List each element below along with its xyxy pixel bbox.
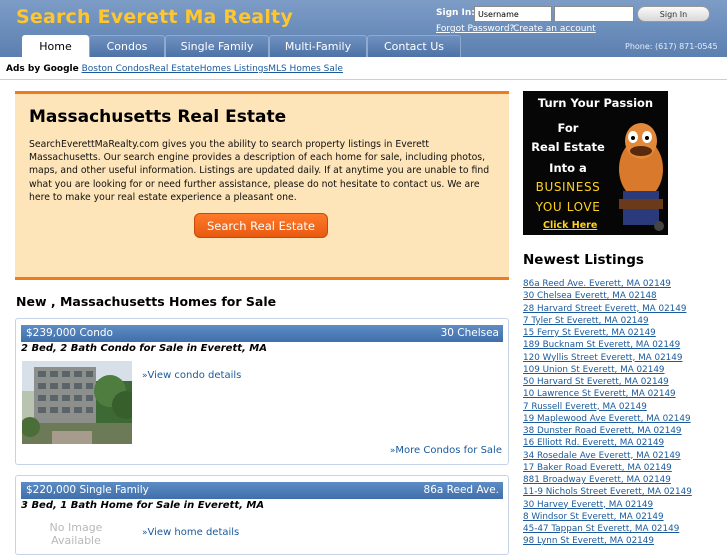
newest-listing-link[interactable]: 30 Harvey Everett, MA 02149 <box>523 500 653 510</box>
site-title[interactable]: Search Everett Ma Realty <box>16 6 293 28</box>
list-item: 16 Elliott Rd. Everett, MA 02149 <box>523 437 692 449</box>
view-details-link[interactable]: »View condo details <box>142 370 241 381</box>
intro-title: Massachusetts Real Estate <box>29 107 287 127</box>
view-details-link[interactable]: »View home details <box>142 527 239 538</box>
no-image-placeholder: No Image Available <box>49 521 103 547</box>
list-item: 98 Lynn St Everett, MA 02149 <box>523 535 692 547</box>
listing-price: $239,000 Condo <box>26 327 113 339</box>
signin-button[interactable]: Sign In <box>637 6 710 22</box>
ad-link-mls-homes-sale[interactable]: MLS Homes Sale <box>268 64 343 74</box>
list-item: 17 Baker Road Everett, MA 02149 <box>523 462 692 474</box>
list-item: 11-9 Nichols Street Everett, MA 02149 <box>523 486 692 498</box>
ad-line: Turn Your Passion <box>537 96 654 110</box>
newest-listing-link[interactable]: 189 Bucknam St Everett, MA 02149 <box>523 340 680 350</box>
list-item: 120 Wyllis Street Everett, MA 02149 <box>523 352 692 364</box>
divider <box>0 79 727 80</box>
list-item: 10 Lawrence St Everett, MA 02149 <box>523 388 692 400</box>
listing-photo[interactable] <box>22 361 132 444</box>
listing-card: $239,000 Condo 30 Chelsea 2 Bed, 2 Bath … <box>15 318 509 465</box>
listing-address: 30 Chelsea <box>440 327 499 339</box>
list-item: 38 Dunster Road Everett, MA 02149 <box>523 425 692 437</box>
tab-contact-us[interactable]: Contact Us <box>367 35 461 57</box>
list-item: 15 Ferry St Everett, MA 02149 <box>523 327 692 339</box>
ad-link-boston-condos[interactable]: Boston Condos <box>82 64 149 74</box>
tab-single-family[interactable]: Single Family <box>165 35 269 57</box>
newest-listing-link[interactable]: 30 Chelsea Everett, MA 02148 <box>523 291 657 301</box>
username-input[interactable] <box>474 6 552 22</box>
ad-banner[interactable]: Turn Your Passion For Real Estate Into a… <box>523 91 668 235</box>
newest-listing-link[interactable]: 10 Lawrence St Everett, MA 02149 <box>523 389 676 399</box>
ad-line: Real Estate <box>531 140 605 154</box>
list-item: 7 Tyler St Everett, MA 02149 <box>523 315 692 327</box>
create-account-link[interactable]: Create an account <box>513 24 596 34</box>
newest-listing-link[interactable]: 7 Russell Everett, MA 02149 <box>523 402 647 412</box>
list-item: 30 Chelsea Everett, MA 02148 <box>523 290 692 302</box>
section-heading: New , Massachusetts Homes for Sale <box>16 294 277 309</box>
intro-box: Massachusetts Real Estate SearchEverettM… <box>15 91 509 280</box>
list-item: 86a Reed Ave. Everett, MA 02149 <box>523 278 692 290</box>
newest-listing-link[interactable]: 120 Wyllis Street Everett, MA 02149 <box>523 353 682 363</box>
list-item: 50 Harvard St Everett, MA 02149 <box>523 376 692 388</box>
newest-listing-link[interactable]: 28 Harvard Street Everett, MA 02149 <box>523 304 686 314</box>
list-item: 30 Harvey Everett, MA 02149 <box>523 499 692 511</box>
newest-listing-link[interactable]: 86a Reed Ave. Everett, MA 02149 <box>523 279 671 289</box>
ad-line: For <box>557 121 579 135</box>
ads-label: Ads by Google <box>6 64 79 74</box>
intro-text: SearchEverettMaRealty.com gives you the … <box>29 139 490 203</box>
list-item: 189 Bucknam St Everett, MA 02149 <box>523 339 692 351</box>
ad-link-homes-listings[interactable]: Homes Listings <box>200 64 268 74</box>
tab-condos[interactable]: Condos <box>89 35 165 57</box>
newest-listing-link[interactable]: 17 Baker Road Everett, MA 02149 <box>523 463 672 473</box>
newest-listings-title: Newest Listings <box>523 252 644 268</box>
listing-header-bar[interactable]: $239,000 Condo 30 Chelsea <box>21 325 503 342</box>
list-item: 881 Broadway Everett, MA 02149 <box>523 474 692 486</box>
phone-number: Phone: (617) 871-0545 <box>625 42 718 51</box>
newest-listings-list: 86a Reed Ave. Everett, MA 02149 30 Chelse… <box>523 278 692 548</box>
tab-home[interactable]: Home <box>22 35 89 57</box>
more-condos-link[interactable]: More Condos for Sale <box>395 445 502 456</box>
ad-line: YOU LOVE <box>535 200 601 214</box>
listing-subtitle: 3 Bed, 1 Bath Home for Sale in Everett, … <box>21 500 265 511</box>
ad-link-real-estate[interactable]: Real Estate <box>149 64 200 74</box>
ad-click-here-link[interactable]: Click Here <box>543 220 597 231</box>
newest-listing-link[interactable]: 15 Ferry St Everett, MA 02149 <box>523 328 656 338</box>
ad-line: Into a <box>549 161 587 175</box>
list-item: 7 Russell Everett, MA 02149 <box>523 401 692 413</box>
newest-listing-link[interactable]: 7 Tyler St Everett, MA 02149 <box>523 316 649 326</box>
signin-label: Sign In: <box>436 8 475 18</box>
list-item: 45-47 Tappan St Everett, MA 02149 <box>523 523 692 535</box>
tab-multi-family[interactable]: Multi-Family <box>269 35 367 57</box>
newest-listing-link[interactable]: 16 Elliott Rd. Everett, MA 02149 <box>523 438 664 448</box>
list-item: 19 Maplewood Ave Everett, MA 02149 <box>523 413 692 425</box>
view-home-details-link[interactable]: View home details <box>148 527 240 538</box>
listing-price: $220,000 Single Family <box>26 484 149 496</box>
listing-subtitle: 2 Bed, 2 Bath Condo for Sale in Everett,… <box>21 343 267 354</box>
list-item: 109 Union St Everett, MA 02149 <box>523 364 692 376</box>
forgot-password-link[interactable]: Forgot Password? <box>436 24 514 34</box>
newest-listing-link[interactable]: 50 Harvard St Everett, MA 02149 <box>523 377 669 387</box>
listing-address: 86a Reed Ave. <box>423 484 499 496</box>
view-condo-details-link[interactable]: View condo details <box>148 370 242 381</box>
password-input[interactable] <box>554 6 634 22</box>
newest-listing-link[interactable]: 38 Dunster Road Everett, MA 02149 <box>523 426 682 436</box>
ads-bar: Ads by Google Boston CondosReal EstateHo… <box>6 64 343 74</box>
list-item: 28 Harvard Street Everett, MA 02149 <box>523 303 692 315</box>
site-header: Search Everett Ma Realty Sign In: Sign I… <box>0 0 727 57</box>
newest-listing-link[interactable]: 8 Windsor St Everett, MA 02149 <box>523 512 664 522</box>
newest-listing-link[interactable]: 109 Union St Everett, MA 02149 <box>523 365 665 375</box>
newest-listing-link[interactable]: 34 Rosedale Ave Everett, MA 02149 <box>523 451 681 461</box>
ad-line: BUSINESS <box>535 180 601 194</box>
list-item: 8 Windsor St Everett, MA 02149 <box>523 511 692 523</box>
newest-listing-link[interactable]: 19 Maplewood Ave Everett, MA 02149 <box>523 414 691 424</box>
search-real-estate-button[interactable]: Search Real Estate <box>194 213 328 238</box>
listing-card: $220,000 Single Family 86a Reed Ave. 3 B… <box>15 475 509 555</box>
listing-header-bar[interactable]: $220,000 Single Family 86a Reed Ave. <box>21 482 503 499</box>
newest-listing-link[interactable]: 881 Broadway Everett, MA 02149 <box>523 475 671 485</box>
more-listings-link[interactable]: »More Condos for Sale <box>390 445 502 456</box>
newest-listing-link[interactable]: 45-47 Tappan St Everett, MA 02149 <box>523 524 679 534</box>
list-item: 34 Rosedale Ave Everett, MA 02149 <box>523 450 692 462</box>
newest-listing-link[interactable]: 11-9 Nichols Street Everett, MA 02149 <box>523 487 692 497</box>
